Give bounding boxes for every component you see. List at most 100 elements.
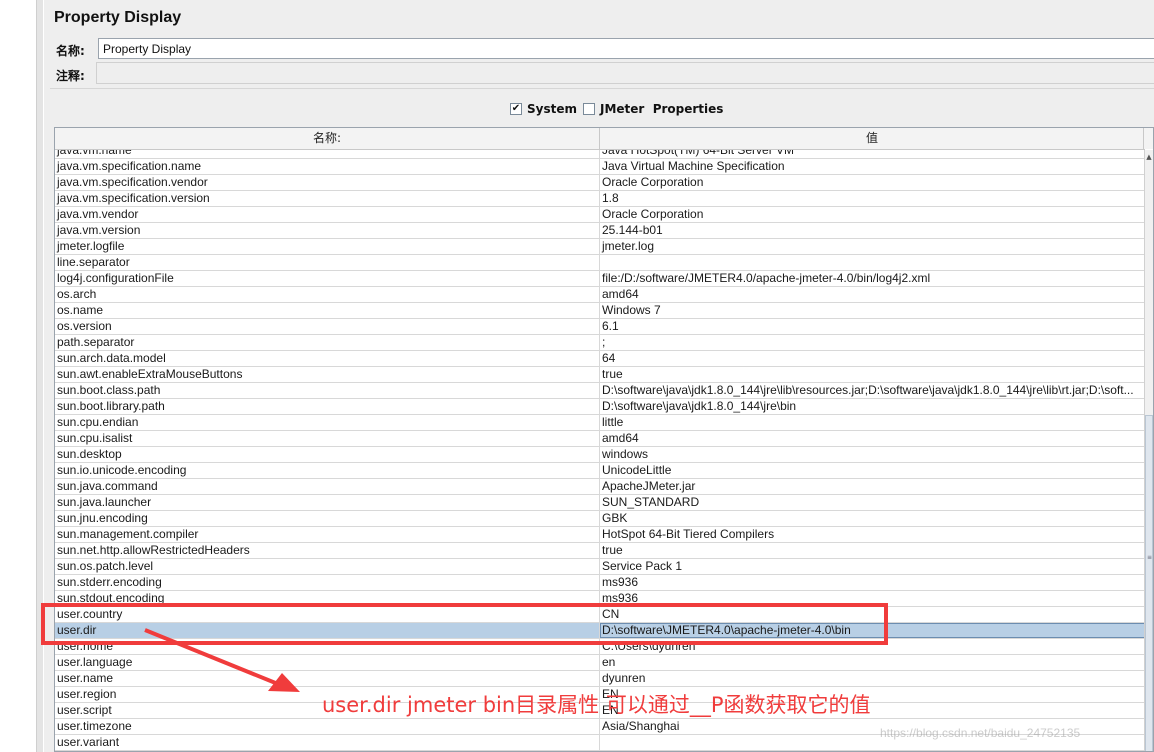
- property-value-cell[interactable]: true: [600, 367, 1145, 382]
- property-value-cell[interactable]: 25.144-b01: [600, 223, 1145, 238]
- table-row[interactable]: user.country CN: [55, 607, 1145, 623]
- property-name-cell[interactable]: user.dir: [55, 623, 600, 638]
- property-name-cell[interactable]: sun.jnu.encoding: [55, 511, 600, 526]
- table-row[interactable]: sun.boot.library.path D:\software\java\jd…: [55, 399, 1145, 415]
- property-name-cell[interactable]: sun.stderr.encoding: [55, 575, 600, 590]
- property-value-cell[interactable]: little: [600, 415, 1145, 430]
- property-value-cell[interactable]: C:\Users\dyunren: [600, 639, 1145, 654]
- property-value-cell[interactable]: Oracle Corporation: [600, 175, 1145, 190]
- property-value-cell[interactable]: windows: [600, 447, 1145, 462]
- property-value-cell[interactable]: file:/D:/software/JMETER4.0/apache-jmete…: [600, 271, 1145, 286]
- property-name-cell[interactable]: user.country: [55, 607, 600, 622]
- property-name-cell[interactable]: sun.net.http.allowRestrictedHeaders: [55, 543, 600, 558]
- table-row[interactable]: sun.cpu.isalist amd64: [55, 431, 1145, 447]
- table-row[interactable]: user.language en: [55, 655, 1145, 671]
- jmeter-properties-checkbox-row[interactable]: JMeter Properties: [583, 100, 723, 118]
- comment-field[interactable]: [96, 62, 1154, 84]
- property-value-cell[interactable]: 1.8: [600, 191, 1145, 206]
- property-value-cell[interactable]: GBK: [600, 511, 1145, 526]
- property-name-cell[interactable]: os.arch: [55, 287, 600, 302]
- table-row[interactable]: os.arch amd64: [55, 287, 1145, 303]
- table-row[interactable]: sun.stdout.encoding ms936: [55, 591, 1145, 607]
- property-value-cell[interactable]: HotSpot 64-Bit Tiered Compilers: [600, 527, 1145, 542]
- table-row[interactable]: sun.arch.data.model 64: [55, 351, 1145, 367]
- splitter[interactable]: [36, 0, 43, 752]
- property-value-cell[interactable]: dyunren: [600, 671, 1145, 686]
- property-value-cell[interactable]: Java Virtual Machine Specification: [600, 159, 1145, 174]
- scrollbar-thumb[interactable]: ≡: [1145, 415, 1153, 751]
- table-row[interactable]: line.separator: [55, 255, 1145, 271]
- property-value-cell[interactable]: amd64: [600, 431, 1145, 446]
- property-value-cell[interactable]: Windows 7: [600, 303, 1145, 318]
- table-row[interactable]: sun.awt.enableExtraMouseButtons true: [55, 367, 1145, 383]
- property-value-cell[interactable]: jmeter.log: [600, 239, 1145, 254]
- property-name-cell[interactable]: sun.boot.class.path: [55, 383, 600, 398]
- table-row[interactable]: sun.java.command ApacheJMeter.jar: [55, 479, 1145, 495]
- property-name-cell[interactable]: sun.boot.library.path: [55, 399, 600, 414]
- property-value-cell[interactable]: true: [600, 543, 1145, 558]
- vertical-scrollbar[interactable]: ▲ ≡: [1144, 150, 1153, 751]
- property-name-cell[interactable]: path.separator: [55, 335, 600, 350]
- property-value-cell[interactable]: en: [600, 655, 1145, 670]
- table-row[interactable]: user.home C:\Users\dyunren: [55, 639, 1145, 655]
- property-name-cell[interactable]: line.separator: [55, 255, 600, 270]
- property-name-cell[interactable]: sun.io.unicode.encoding: [55, 463, 600, 478]
- table-row[interactable]: sun.jnu.encoding GBK: [55, 511, 1145, 527]
- property-name-cell[interactable]: sun.os.patch.level: [55, 559, 600, 574]
- scroll-up-icon[interactable]: ▲: [1145, 152, 1153, 162]
- table-row[interactable]: jmeter.logfile jmeter.log: [55, 239, 1145, 255]
- property-name-cell[interactable]: user.language: [55, 655, 600, 670]
- table-row[interactable]: log4j.configurationFile file:/D:/software…: [55, 271, 1145, 287]
- property-value-cell[interactable]: UnicodeLittle: [600, 463, 1145, 478]
- table-row[interactable]: java.vm.specification.vendor Oracle Corpo…: [55, 175, 1145, 191]
- property-value-cell[interactable]: D:\software\java\jdk1.8.0_144\jre\bin: [600, 399, 1145, 414]
- property-name-cell[interactable]: java.vm.specification.version: [55, 191, 600, 206]
- property-value-cell[interactable]: Java HotSpot(TM) 64-Bit Server VM: [600, 150, 1145, 158]
- property-value-cell[interactable]: ApacheJMeter.jar: [600, 479, 1145, 494]
- table-row[interactable]: user.name dyunren: [55, 671, 1145, 687]
- table-row[interactable]: sun.java.launcher SUN_STANDARD: [55, 495, 1145, 511]
- table-row[interactable]: java.vm.specification.version 1.8: [55, 191, 1145, 207]
- jmeter-properties-checkbox[interactable]: [583, 103, 595, 115]
- property-name-cell[interactable]: sun.java.launcher: [55, 495, 600, 510]
- property-name-cell[interactable]: user.home: [55, 639, 600, 654]
- table-row[interactable]: path.separator;: [55, 335, 1145, 351]
- property-value-cell[interactable]: D:\software\java\jdk1.8.0_144\jre\lib\re…: [600, 383, 1145, 398]
- property-value-cell[interactable]: D:\software\JMETER4.0\apache-jmeter-4.0\…: [600, 623, 1145, 638]
- property-name-cell[interactable]: sun.awt.enableExtraMouseButtons: [55, 367, 600, 382]
- property-value-cell[interactable]: SUN_STANDARD: [600, 495, 1145, 510]
- name-field[interactable]: Property Display: [98, 38, 1154, 59]
- property-name-cell[interactable]: jmeter.logfile: [55, 239, 600, 254]
- property-value-cell[interactable]: 6.1: [600, 319, 1145, 334]
- table-row[interactable]: sun.cpu.endian little: [55, 415, 1145, 431]
- property-value-cell[interactable]: ;: [600, 335, 1145, 350]
- property-name-cell[interactable]: sun.cpu.endian: [55, 415, 600, 430]
- column-header-value[interactable]: 值: [600, 128, 1145, 149]
- property-value-cell[interactable]: [600, 255, 1145, 270]
- property-value-cell[interactable]: Service Pack 1: [600, 559, 1145, 574]
- table-row[interactable]: sun.os.patch.level Service Pack 1: [55, 559, 1145, 575]
- table-row[interactable]: sun.management.compiler HotSpot 64-Bit Ti…: [55, 527, 1145, 543]
- property-name-cell[interactable]: java.vm.version: [55, 223, 600, 238]
- table-row[interactable]: sun.boot.class.path D:\software\java\jdk1…: [55, 383, 1145, 399]
- table-row[interactable]: sun.desktop windows: [55, 447, 1145, 463]
- table-row[interactable]: os.name Windows 7: [55, 303, 1145, 319]
- property-value-cell[interactable]: Oracle Corporation: [600, 207, 1145, 222]
- property-name-cell[interactable]: sun.stdout.encoding: [55, 591, 600, 606]
- property-name-cell[interactable]: java.vm.vendor: [55, 207, 600, 222]
- table-row[interactable]: java.vm.name Java HotSpot(TM) 64-Bit Serv…: [55, 150, 1145, 159]
- table-row[interactable]: os.version 6.1: [55, 319, 1145, 335]
- system-checkbox-row[interactable]: ✔ System: [510, 100, 577, 118]
- property-value-cell[interactable]: ms936: [600, 575, 1145, 590]
- table-row[interactable]: user.dir D:\software\JMETER4.0\apache-jme…: [55, 623, 1145, 639]
- property-name-cell[interactable]: java.vm.specification.vendor: [55, 175, 600, 190]
- property-name-cell[interactable]: user.timezone: [55, 719, 600, 734]
- column-header-name[interactable]: 名称:: [55, 128, 600, 149]
- property-name-cell[interactable]: sun.arch.data.model: [55, 351, 600, 366]
- property-name-cell[interactable]: os.version: [55, 319, 600, 334]
- table-row[interactable]: java.vm.version 25.144-b01: [55, 223, 1145, 239]
- system-checkbox[interactable]: ✔: [510, 103, 522, 115]
- property-value-cell[interactable]: ms936: [600, 591, 1145, 606]
- property-name-cell[interactable]: sun.cpu.isalist: [55, 431, 600, 446]
- property-name-cell[interactable]: os.name: [55, 303, 600, 318]
